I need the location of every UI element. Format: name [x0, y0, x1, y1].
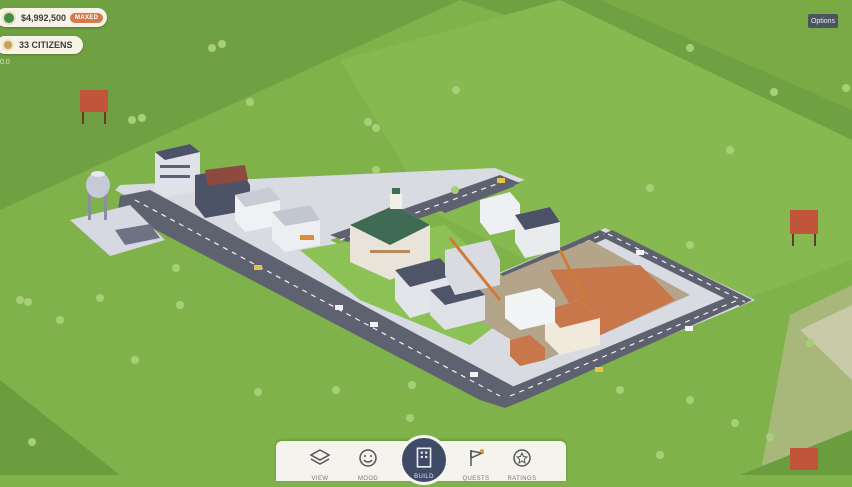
bottom-toolbar: VIEW MOOD BUILD QUESTS RATINGS — [276, 435, 566, 485]
building-apartments[interactable] — [155, 144, 200, 198]
mood-button[interactable]: MOOD — [348, 447, 388, 487]
layers-icon — [309, 449, 331, 465]
building-lot-offices[interactable] — [505, 288, 555, 330]
ratings-label: RATINGS — [507, 476, 537, 482]
building-icon — [416, 447, 432, 468]
view-button[interactable]: VIEW — [300, 447, 340, 487]
for-sale-sign-bottom[interactable] — [790, 448, 818, 470]
smiley-icon — [359, 449, 377, 467]
options-button[interactable]: Options — [808, 14, 838, 28]
money-value: $4,992,500 — [21, 12, 67, 23]
citizens-value: 33 CITIZENS — [19, 40, 73, 50]
citizens-counter[interactable]: 33 CITIZENS — [0, 36, 83, 54]
version-label: 0.0 — [0, 59, 10, 66]
money-icon — [2, 10, 16, 25]
ratings-button[interactable]: RATINGS — [502, 447, 542, 487]
quests-button[interactable]: QUESTS — [456, 447, 496, 487]
building-shop-2[interactable] — [272, 205, 320, 252]
money-counter[interactable]: $4,992,500 MAXED — [0, 8, 108, 27]
quests-label: QUESTS — [462, 476, 490, 482]
money-maxed-badge: MAXED — [70, 12, 104, 23]
view-label: VIEW — [311, 476, 329, 482]
game-world[interactable] — [0, 0, 852, 475]
citizen-icon — [2, 39, 14, 51]
star-badge-icon — [513, 449, 531, 467]
mood-label: MOOD — [357, 476, 379, 482]
flag-icon — [470, 449, 485, 466]
build-button[interactable]: BUILD — [399, 435, 449, 485]
